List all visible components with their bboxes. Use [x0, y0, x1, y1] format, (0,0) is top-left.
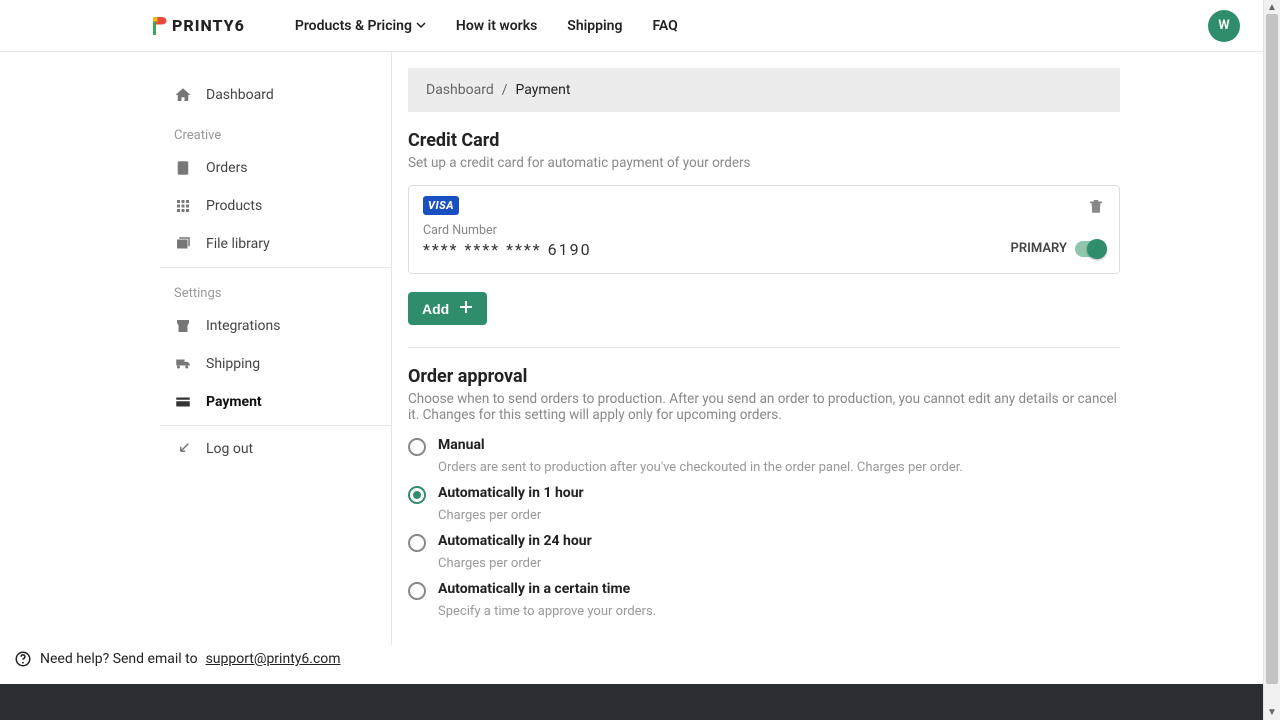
nav-shipping[interactable]: Shipping [567, 18, 622, 34]
nav-faq[interactable]: FAQ [652, 18, 677, 34]
help-email-link[interactable]: support@printy6.com [206, 651, 341, 667]
sidebar: Dashboard Creative Orders Products File … [160, 52, 392, 645]
sidebar-label: Payment [206, 394, 262, 410]
breadcrumb-current: Payment [516, 82, 571, 98]
clipboard-icon [174, 159, 192, 177]
breadcrumb: Dashboard / Payment [408, 68, 1120, 112]
order-approval-title: Order approval [408, 366, 1120, 387]
sidebar-label: Products [206, 198, 262, 214]
image-stack-icon [174, 235, 192, 253]
brand-name: PRINTY6 [172, 16, 245, 35]
grid-icon [174, 197, 192, 215]
help-text: Need help? Send email to [40, 651, 198, 667]
scroll-down-arrow-icon[interactable]: ▼ [1264, 707, 1280, 718]
sidebar-item-payment[interactable]: Payment [160, 383, 391, 421]
topbar: PRINTY6 Products & Pricing How it works … [0, 0, 1280, 52]
help-icon [14, 650, 32, 668]
radio-desc: Charges per order [438, 556, 1120, 571]
truck-icon [174, 355, 192, 373]
breadcrumb-sep: / [502, 82, 508, 98]
logout-icon [174, 440, 192, 458]
sidebar-item-logout[interactable]: Log out [160, 430, 391, 468]
scroll-up-arrow-icon[interactable]: ▲ [1264, 2, 1280, 13]
primary-label: PRIMARY [1011, 241, 1067, 256]
credit-card-icon [174, 393, 192, 411]
radio-option-auto-1h[interactable]: Automatically in 1 hour [408, 485, 1120, 504]
avatar[interactable]: W [1208, 10, 1240, 42]
radio-icon [408, 582, 426, 600]
radio-icon [408, 438, 426, 456]
scrollbar[interactable]: ▲ ▼ [1263, 0, 1280, 720]
page-footer [0, 684, 1263, 720]
sidebar-item-orders[interactable]: Orders [160, 149, 391, 187]
sidebar-item-integrations[interactable]: Integrations [160, 307, 391, 345]
scrollbar-thumb[interactable] [1266, 14, 1278, 684]
sidebar-item-file-library[interactable]: File library [160, 225, 391, 263]
trash-icon[interactable] [1087, 197, 1105, 215]
sidebar-section-creative: Creative [160, 114, 391, 149]
radio-desc: Specify a time to approve your orders. [438, 604, 1120, 619]
radio-option-manual[interactable]: Manual [408, 437, 1120, 456]
radio-desc: Orders are sent to production after you'… [438, 460, 1120, 475]
radio-desc: Charges per order [438, 508, 1120, 523]
card-number-label: Card Number [423, 223, 1105, 238]
divider [160, 425, 391, 426]
order-approval-subtitle: Choose when to send orders to production… [408, 391, 1120, 423]
radio-option-auto-custom[interactable]: Automatically in a certain time [408, 581, 1120, 600]
sidebar-item-shipping[interactable]: Shipping [160, 345, 391, 383]
storefront-icon [174, 317, 192, 335]
radio-label: Automatically in 24 hour [438, 533, 592, 549]
nav-products-label: Products & Pricing [295, 18, 412, 34]
section-divider [408, 347, 1120, 348]
sidebar-label: File library [206, 236, 270, 252]
toggle-knob [1087, 239, 1107, 259]
card-number-value: **** **** **** 6190 [423, 240, 592, 259]
breadcrumb-root[interactable]: Dashboard [426, 82, 494, 98]
radio-icon [408, 534, 426, 552]
add-card-button[interactable]: Add [408, 292, 487, 325]
logo-icon [150, 14, 168, 38]
chevron-down-icon [416, 18, 426, 34]
nav-links: Products & Pricing How it works Shipping… [295, 18, 678, 34]
sidebar-label: Integrations [206, 318, 280, 334]
credit-card-title: Credit Card [408, 130, 1120, 151]
card-brand-badge: VISA [423, 196, 459, 215]
sidebar-section-settings: Settings [160, 272, 391, 307]
sidebar-label: Dashboard [206, 87, 274, 103]
credit-card-subtitle: Set up a credit card for automatic payme… [408, 155, 1120, 171]
nav-products[interactable]: Products & Pricing [295, 18, 426, 34]
radio-label: Automatically in a certain time [438, 581, 630, 597]
sidebar-item-dashboard[interactable]: Dashboard [160, 76, 391, 114]
help-line: Need help? Send email to support@printy6… [14, 650, 341, 668]
sidebar-label: Shipping [206, 356, 260, 372]
radio-icon [408, 486, 426, 504]
sidebar-item-products[interactable]: Products [160, 187, 391, 225]
add-card-label: Add [422, 301, 449, 317]
main-content: Dashboard / Payment Credit Card Set up a… [392, 52, 1120, 645]
brand-logo[interactable]: PRINTY6 [150, 14, 245, 38]
radio-option-auto-24h[interactable]: Automatically in 24 hour [408, 533, 1120, 552]
sidebar-label: Log out [206, 441, 253, 457]
sidebar-label: Orders [206, 160, 248, 176]
radio-label: Automatically in 1 hour [438, 485, 584, 501]
home-icon [174, 86, 192, 104]
radio-label: Manual [438, 437, 485, 453]
divider [160, 267, 391, 268]
plus-icon [459, 300, 473, 317]
nav-how-it-works[interactable]: How it works [456, 18, 537, 34]
primary-toggle[interactable] [1075, 241, 1105, 257]
credit-card-panel: VISA Card Number **** **** **** 6190 PRI… [408, 185, 1120, 274]
